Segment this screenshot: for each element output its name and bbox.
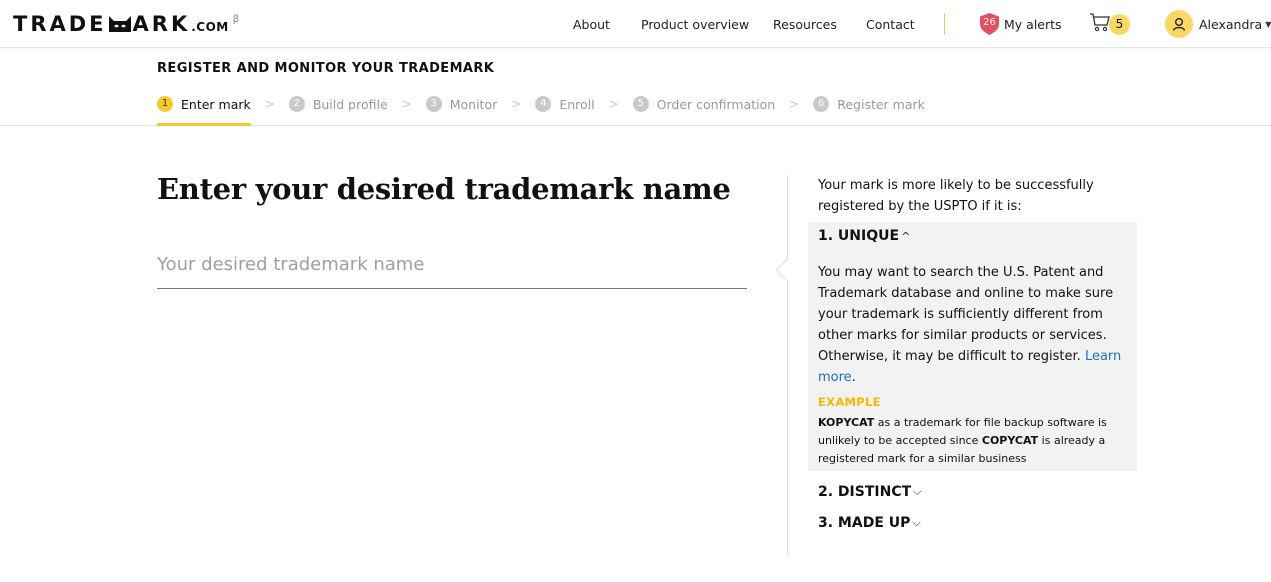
step-label: Order confirmation: [656, 96, 776, 112]
step-order-confirmation[interactable]: 5 Order confirmation: [632, 95, 776, 113]
step-label: Enter mark: [181, 96, 251, 112]
example-label: EXAMPLE: [818, 395, 881, 409]
nav-resources[interactable]: Resources: [773, 17, 837, 32]
chevron-right-icon: >: [511, 97, 522, 111]
step-build-profile[interactable]: 2 Build profile: [288, 95, 388, 113]
alerts-label: My alerts: [1004, 16, 1062, 32]
flow-title: REGISTER AND MONITOR YOUR TRADEMARK: [157, 61, 495, 76]
top-nav-bar: TRADE ARK .COM β About Product overview …: [0, 0, 1271, 48]
beta-badge: β: [232, 14, 240, 25]
page-title: Enter your desired trademark name: [157, 172, 731, 206]
nav-about[interactable]: About: [573, 17, 610, 32]
step-number: 5: [632, 96, 649, 112]
accordion-made-up[interactable]: 3. MADE UP ⌵: [818, 515, 921, 531]
avatar: [1165, 10, 1193, 38]
progress-header: REGISTER AND MONITOR YOUR TRADEMARK 1 En…: [0, 49, 1271, 126]
example-text: KOPYCAT as a trademark for file backup s…: [818, 416, 1107, 465]
nav-product-overview[interactable]: Product overview: [641, 17, 749, 32]
step-enter-mark[interactable]: 1 Enter mark: [157, 95, 251, 126]
step-monitor[interactable]: 3 Monitor: [425, 95, 498, 113]
sidebar-intro: Your mark is more likely to be successfu…: [818, 178, 1094, 214]
step-label: Register mark: [837, 96, 925, 112]
chevron-down-icon: ⌵: [913, 485, 922, 498]
chevron-right-icon: >: [264, 97, 275, 111]
logo[interactable]: TRADE ARK .COM β: [13, 12, 239, 36]
chevron-up-icon: ^: [901, 229, 911, 243]
chevron-down-icon: ⌵: [912, 516, 921, 529]
sidebar-pointer: [775, 258, 799, 282]
nav-contact[interactable]: Contact: [866, 17, 915, 32]
accordion-label: 2. DISTINCT: [818, 484, 912, 500]
step-indicator: 1 Enter mark > 2 Build profile > 3 Monit…: [157, 95, 925, 126]
step-label: Enroll: [559, 96, 595, 112]
shield-alert-icon: 26: [980, 13, 999, 35]
logo-domain: .COM: [191, 20, 229, 34]
user-icon: [1172, 18, 1186, 31]
step-enroll[interactable]: 4 Enroll: [535, 95, 595, 113]
alerts-count: 26: [983, 17, 996, 28]
step-label: Monitor: [449, 96, 498, 112]
step-register-mark[interactable]: 6 Register mark: [813, 95, 925, 113]
accordion-distinct[interactable]: 2. DISTINCT ⌵: [818, 484, 922, 500]
accordion-label: 1. UNIQUE: [818, 228, 900, 244]
cat-logo-icon: [108, 15, 131, 32]
step-label: Build profile: [312, 96, 388, 112]
user-name: Alexandra: [1199, 16, 1263, 32]
accordion-unique[interactable]: 1. UNIQUE ^: [818, 228, 910, 244]
cart-count-badge: 5: [1109, 13, 1130, 35]
trademark-name-input[interactable]: [157, 240, 747, 289]
step-number: 1: [157, 96, 173, 112]
sidebar-divider: [787, 175, 788, 555]
cart-button[interactable]: 5: [1089, 12, 1130, 36]
step-number: 2: [288, 96, 305, 112]
unique-description: You may want to search the U.S. Patent a…: [818, 265, 1122, 385]
step-number: 6: [813, 96, 830, 112]
example-term-2: COPYCAT: [981, 434, 1039, 447]
step-number: 4: [535, 96, 552, 112]
chevron-right-icon: >: [789, 97, 800, 111]
logo-prefix: TRADE: [13, 12, 107, 36]
nav-divider: [944, 13, 945, 35]
chevron-right-icon: >: [608, 97, 619, 111]
unique-text: You may want to search the U.S. Patent a…: [818, 265, 1114, 364]
cart-icon: [1089, 12, 1111, 36]
logo-suffix: ARK: [132, 12, 191, 36]
chevron-right-icon: >: [401, 97, 412, 111]
caret-down-icon: ▼: [1265, 19, 1271, 29]
user-menu[interactable]: Alexandra ▼: [1165, 10, 1271, 38]
example-term-1: KOPYCAT: [818, 416, 875, 429]
step-number: 3: [425, 96, 442, 112]
accordion-label: 3. MADE UP: [818, 515, 911, 531]
my-alerts-button[interactable]: 26 My alerts: [980, 13, 1062, 35]
